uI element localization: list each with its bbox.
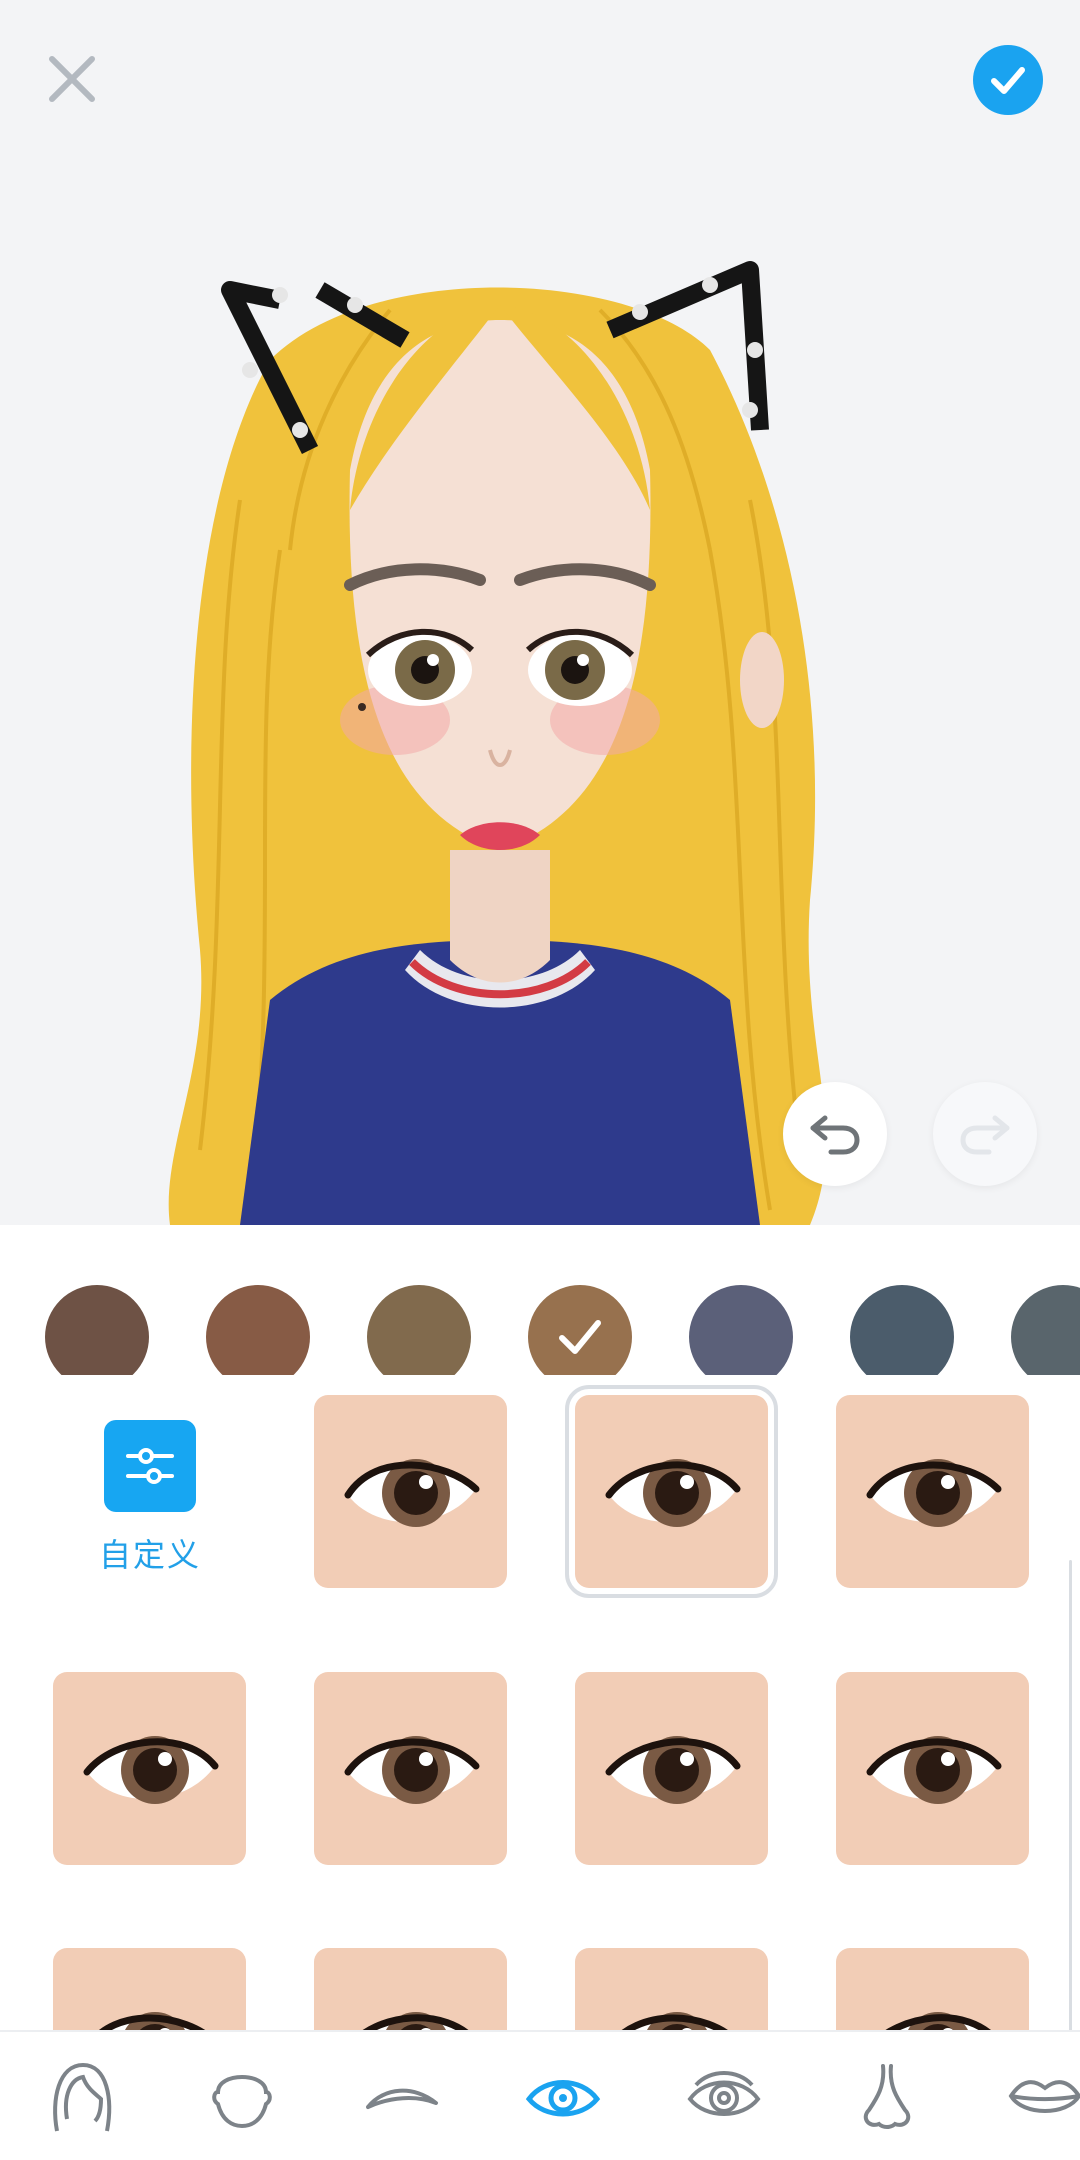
color-swatch[interactable]: [689, 1285, 793, 1375]
lips-icon: [1008, 2080, 1080, 2113]
color-swatch[interactable]: [206, 1285, 310, 1375]
tab-nose[interactable]: [832, 2052, 942, 2142]
eye-style-tile[interactable]: [565, 1385, 778, 1598]
eye-style-tile[interactable]: [836, 1395, 1029, 1588]
custom-button[interactable]: 自定义: [90, 1385, 210, 1585]
eye-icon: [605, 1735, 740, 1804]
eye-icon: [344, 1735, 479, 1804]
tab-lips[interactable]: [990, 2052, 1080, 2142]
eye-style-tile[interactable]: [575, 1672, 768, 1865]
check-icon: [991, 67, 1025, 94]
color-swatch-row[interactable]: [0, 1255, 1080, 1375]
eye-icon: [884, 2011, 991, 2030]
eye-style-tile[interactable]: [836, 1672, 1029, 1865]
eye-style-tile[interactable]: [53, 1948, 246, 2030]
redo-icon: [960, 1115, 1010, 1155]
undo-button[interactable]: [783, 1082, 887, 1186]
redo-button[interactable]: [933, 1082, 1037, 1186]
eye-icon: [525, 2080, 601, 2117]
tab-hair[interactable]: [27, 2052, 137, 2142]
editor-panel: 自定义: [0, 1225, 1080, 2160]
eye-style-tile[interactable]: [314, 1948, 507, 2030]
eyebrow-icon: [366, 2088, 438, 2109]
feature-tab-bar: [0, 2030, 1080, 2160]
eye-icon: [605, 1458, 740, 1527]
color-swatch[interactable]: [528, 1285, 632, 1375]
color-swatch[interactable]: [45, 1285, 149, 1375]
eye-style-tile[interactable]: [575, 1948, 768, 2030]
check-icon: [559, 1320, 601, 1354]
avatar-figure: [168, 261, 826, 1225]
avatar-preview: [0, 0, 1080, 1225]
eye-style-tile[interactable]: [314, 1395, 507, 1588]
eye-detail-icon: [687, 2071, 761, 2116]
confirm-button[interactable]: [973, 45, 1043, 115]
eye-icon: [98, 2011, 206, 2030]
tab-face[interactable]: [187, 2052, 297, 2142]
nose-icon: [863, 2064, 911, 2129]
face-icon: [212, 2075, 272, 2129]
eye-icon: [361, 2011, 469, 2030]
tab-eye[interactable]: [508, 2052, 618, 2142]
eye-icon: [620, 2011, 728, 2030]
scrollbar[interactable]: [1069, 1560, 1072, 2030]
color-swatch[interactable]: [850, 1285, 954, 1375]
eye-style-tile[interactable]: [314, 1672, 507, 1865]
tab-eyebrow[interactable]: [347, 2052, 457, 2142]
undo-icon: [810, 1115, 860, 1155]
custom-label: 自定义: [98, 1537, 201, 1573]
eye-icon: [866, 1458, 1001, 1527]
color-swatch[interactable]: [367, 1285, 471, 1375]
eye-style-tile[interactable]: [836, 1948, 1029, 2030]
color-swatch[interactable]: [1011, 1285, 1080, 1375]
eye-style-grid[interactable]: 自定义: [0, 1385, 1080, 2030]
tab-eye-detail[interactable]: [669, 2052, 779, 2142]
close-button[interactable]: [38, 45, 106, 113]
sliders-icon: [104, 1420, 196, 1512]
hair-icon: [53, 2062, 112, 2132]
close-icon: [49, 56, 95, 102]
eye-style-tile[interactable]: [53, 1672, 246, 1865]
eye-icon: [866, 1735, 1001, 1804]
eye-icon: [344, 1458, 479, 1527]
eye-icon: [83, 1735, 218, 1804]
